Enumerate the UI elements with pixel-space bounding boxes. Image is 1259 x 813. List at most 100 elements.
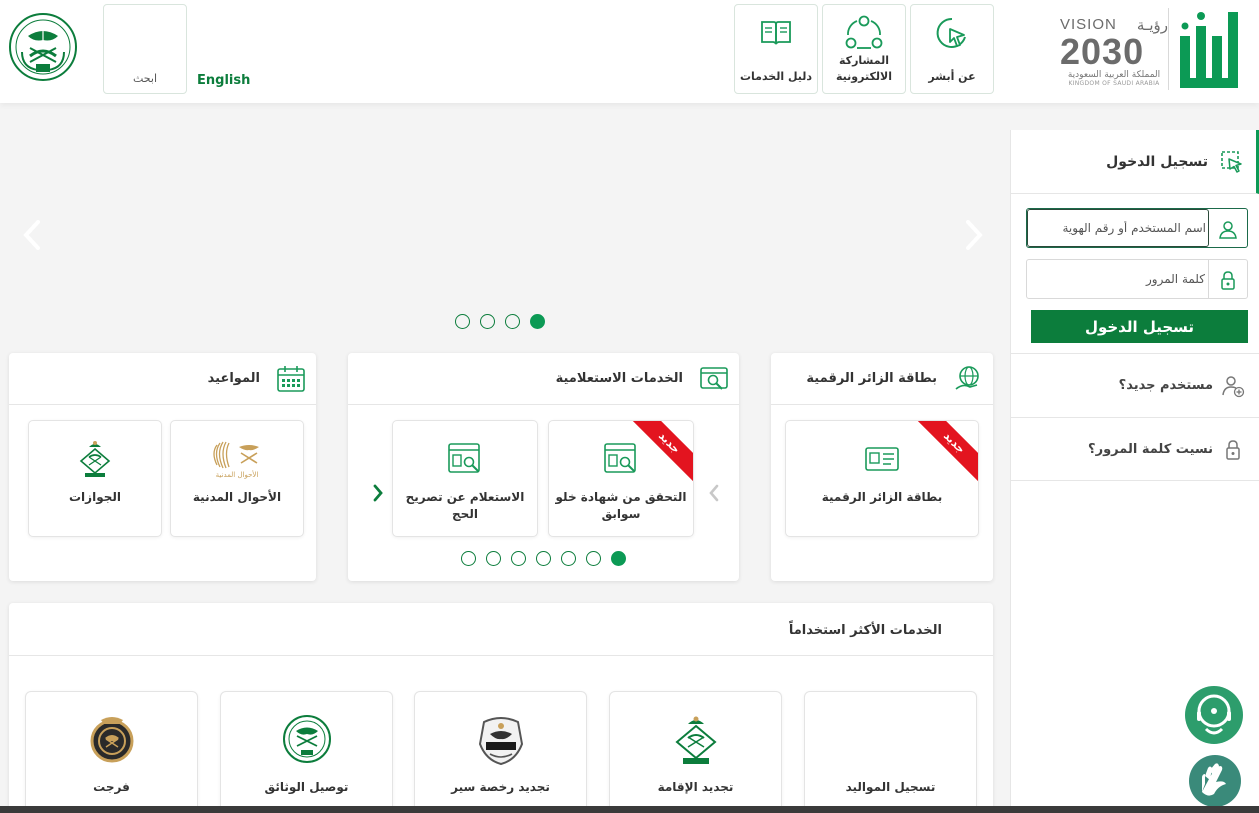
carousel-dot[interactable]: [561, 551, 576, 566]
forgot-password-label: نسيت كلمة المرور؟: [1088, 442, 1213, 457]
inquiry-services-panel: الخدمات الاستعلامية جديد التحقق من شهادة…: [348, 353, 739, 581]
nav-services-guide[interactable]: دليل الخدمات: [734, 4, 818, 94]
globe-hand-icon: [955, 366, 979, 390]
card-title: الخدمات الاستعلامية: [555, 371, 683, 386]
card-title: المواعيد: [207, 371, 260, 386]
pointer-click-icon: [936, 17, 966, 48]
carousel-dot-active[interactable]: [611, 551, 626, 566]
nav-label: دليل الخدمات: [739, 70, 813, 83]
taskbar-strip: [0, 806, 1259, 813]
search-window-icon: [700, 367, 728, 390]
visitor-card-tile[interactable]: جديد بطاقة الزائر الرقمية: [785, 420, 979, 537]
vehicle-registration-renewal-tile[interactable]: تجديد رخصة سير: [414, 691, 587, 813]
document-search-icon: [604, 443, 636, 473]
vision-country-en: KINGDOM OF SAUDI ARABIA: [1068, 80, 1160, 87]
hero-slider-dots: [455, 314, 545, 329]
card-header: الخدمات الاستعلامية: [348, 353, 739, 405]
top-header: VISION رؤيـة 2030 المملكة العربية السعود…: [0, 0, 1259, 103]
card-header: المواعيد: [9, 353, 316, 405]
carousel-next-chevron-icon[interactable]: [370, 483, 386, 503]
new-user-link[interactable]: مستخدم جديد؟: [1011, 353, 1259, 417]
absher-logo[interactable]: [1174, 8, 1246, 94]
login-submit-button[interactable]: تسجيل الدخول: [1031, 310, 1248, 343]
tile-label: فرجت: [93, 780, 130, 794]
carousel-dot[interactable]: [586, 551, 601, 566]
nav-label: عن أبشر: [928, 70, 976, 83]
password-field: [1026, 259, 1248, 299]
open-book-icon: [761, 21, 791, 45]
tile-label: تسجيل المواليد: [845, 780, 936, 794]
carousel-dot[interactable]: [486, 551, 501, 566]
calendar-icon: [277, 366, 305, 392]
prisons-logo-icon: [90, 717, 133, 763]
iqama-renewal-tile[interactable]: تجديد الإقامة: [609, 691, 782, 813]
nav-about-absher[interactable]: عن أبشر: [910, 4, 994, 94]
hero-dot-4[interactable]: [530, 314, 545, 329]
passports-appointment-tile[interactable]: الجوازات: [28, 420, 162, 537]
hero-dot-1[interactable]: [455, 314, 470, 329]
password-input[interactable]: [1033, 260, 1205, 298]
tile-label: تجديد الإقامة: [657, 780, 734, 794]
username-input[interactable]: [1034, 210, 1206, 246]
search-label: ابحث: [132, 72, 158, 85]
birth-registration-tile[interactable]: تسجيل المواليد: [804, 691, 977, 813]
network-icon: [845, 15, 883, 49]
document-delivery-tile[interactable]: توصيل الوثائق: [220, 691, 393, 813]
support-agent-icon[interactable]: [1184, 685, 1244, 745]
hero-dot-3[interactable]: [505, 314, 520, 329]
lock-icon: [1221, 271, 1235, 290]
card-header: الخدمات الأكثر استخداماً: [9, 603, 993, 656]
sign-language-icon[interactable]: [1188, 754, 1242, 808]
tile-label: توصيل الوثائق: [264, 780, 349, 794]
civil-affairs-appointment-tile[interactable]: الأحوال المدنية الأحوال المدنية: [170, 420, 304, 537]
appointments-panel: المواعيد الأحوال المدنية الأحوال المدنية: [9, 353, 316, 581]
logo-divider: [1168, 8, 1169, 90]
username-field: [1026, 208, 1248, 248]
vision-year: 2030: [1060, 31, 1145, 72]
passports-logo-icon: [79, 441, 111, 477]
nav-eparticipation[interactable]: المشاركة الالكترونية: [822, 4, 906, 94]
visitor-card-panel: بطاقة الزائر الرقمية جديد بطاقة الزائر ا…: [771, 353, 993, 581]
civil-affairs-logo-icon: الأحوال المدنية: [213, 441, 259, 479]
id-card-icon: [865, 447, 899, 471]
login-tab[interactable]: تسجيل الدخول: [1011, 130, 1259, 194]
card-header: بطاقة الزائر الرقمية: [771, 353, 993, 405]
tile-label: تجديد رخصة سير: [451, 780, 550, 794]
moi-emblem-icon[interactable]: [8, 12, 78, 82]
traffic-police-logo-icon: [478, 717, 523, 766]
tile-label: التحقق من شهادة خلو سوابق: [555, 490, 687, 521]
inquiry-carousel-dots: [461, 551, 626, 566]
carousel-dot[interactable]: [461, 551, 476, 566]
hero-dot-2[interactable]: [480, 314, 495, 329]
tile-label: الأحوال المدنية: [192, 490, 282, 504]
add-user-icon: [1222, 376, 1245, 398]
no-criminal-record-tile[interactable]: جديد التحقق من شهادة خلو سوابق: [548, 420, 694, 537]
vision-country-ar: المملكة العربية السعودية: [1067, 70, 1161, 80]
civil-affairs-logo-text: الأحوال المدنية: [216, 470, 259, 479]
login-cursor-icon: [1221, 151, 1242, 173]
farajat-tile[interactable]: فرجت: [25, 691, 198, 813]
language-switch-link[interactable]: English: [197, 73, 250, 88]
forgot-password-link[interactable]: نسيت كلمة المرور؟: [1011, 417, 1259, 481]
passports-logo-icon: [674, 716, 717, 764]
card-title: بطاقة الزائر الرقمية: [806, 371, 937, 386]
tile-label: الجوازات: [69, 490, 121, 504]
carousel-dot[interactable]: [511, 551, 526, 566]
nav-label: المشاركة الالكترونية: [836, 54, 892, 83]
tile-label: الاستعلام عن تصريح الحج: [405, 490, 525, 521]
document-search-icon: [448, 443, 480, 473]
tile-label: بطاقة الزائر الرقمية: [821, 490, 943, 504]
user-icon: [1219, 221, 1237, 239]
search-button[interactable]: ابحث: [103, 4, 187, 94]
slider-next-arrow-icon[interactable]: [958, 218, 988, 252]
lock-question-icon: [1226, 440, 1240, 460]
vision-2030-logo: VISION رؤيـة 2030 المملكة العربية السعود…: [1060, 16, 1168, 92]
login-tab-title: تسجيل الدخول: [1106, 154, 1208, 170]
carousel-dot[interactable]: [536, 551, 551, 566]
hajj-permit-inquiry-tile[interactable]: الاستعلام عن تصريح الحج: [392, 420, 538, 537]
card-title: الخدمات الأكثر استخداماً: [788, 623, 942, 638]
new-user-label: مستخدم جديد؟: [1118, 378, 1213, 393]
moi-emblem-icon: [282, 715, 331, 763]
slider-prev-arrow-icon[interactable]: [18, 218, 48, 252]
carousel-prev-chevron-icon[interactable]: [706, 483, 722, 503]
